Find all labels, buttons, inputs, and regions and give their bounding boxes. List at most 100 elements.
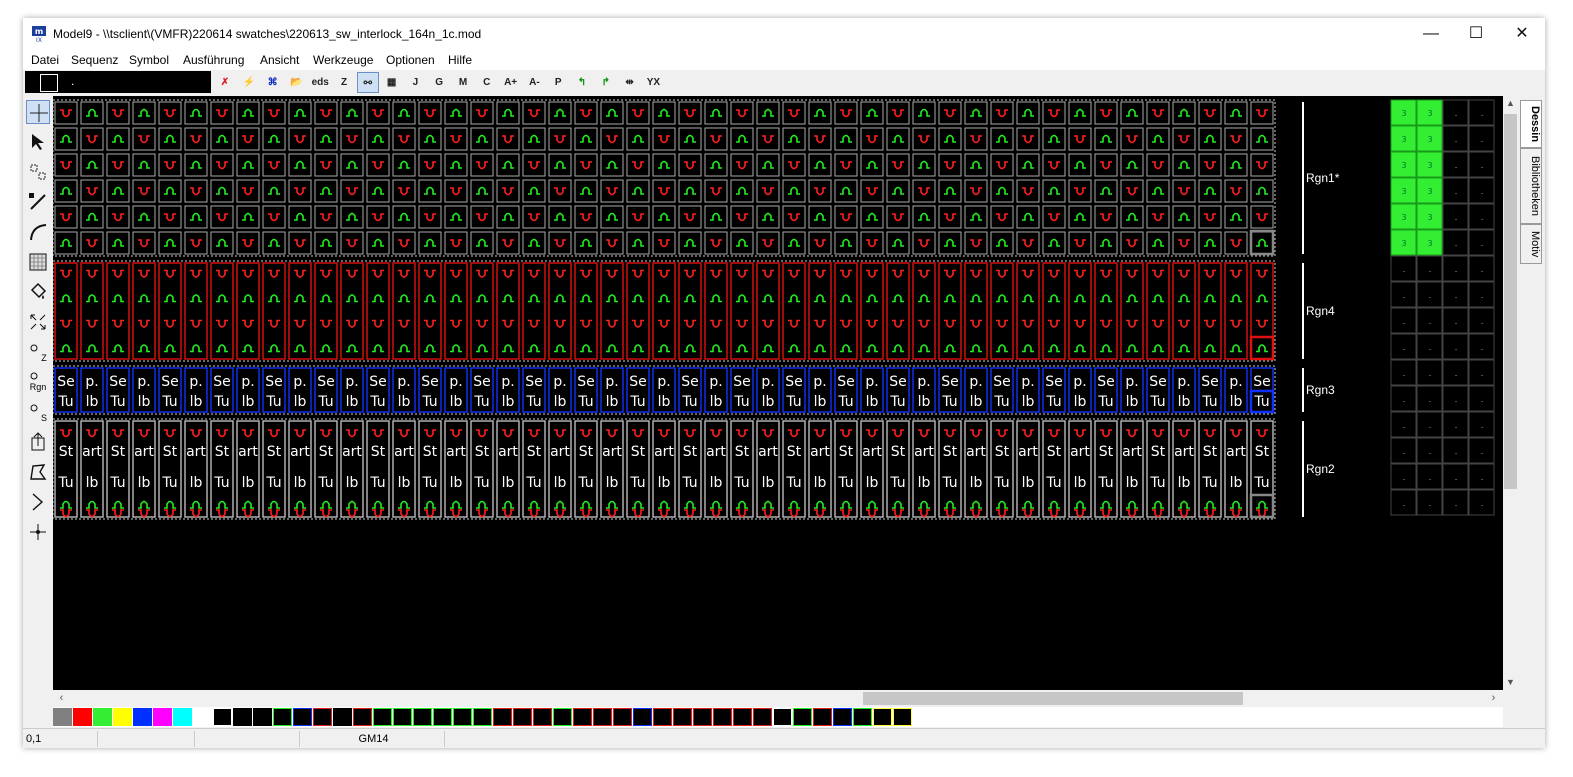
palette-symbol-swatch[interactable] <box>453 708 472 726</box>
z-icon[interactable]: Z <box>333 72 355 93</box>
horizontal-scrollbar[interactable]: ‹ › <box>53 690 1503 707</box>
c-icon[interactable]: C <box>476 72 498 93</box>
palette-symbol-swatch[interactable] <box>373 708 392 726</box>
palette-symbol-swatch[interactable] <box>393 708 412 726</box>
palette-symbol-swatch[interactable] <box>873 708 892 726</box>
m-icon[interactable]: M <box>452 72 474 93</box>
zigzag-tool-button[interactable] <box>26 490 50 514</box>
arrow-select-tool-button[interactable] <box>26 130 50 154</box>
palette-color-swatch[interactable] <box>93 708 112 726</box>
p-icon[interactable]: P <box>547 72 569 93</box>
palette-symbol-swatch[interactable] <box>213 708 232 726</box>
turn-left-icon[interactable]: ↰ <box>571 72 593 93</box>
palette-color-swatch[interactable] <box>53 708 72 726</box>
palette-color-swatch[interactable] <box>193 708 212 726</box>
paint-bucket-tool-button[interactable] <box>26 280 50 304</box>
palette-symbol-swatch[interactable] <box>293 708 312 726</box>
open-folder-icon[interactable]: 📂 <box>285 72 307 93</box>
yx-icon[interactable]: YX <box>642 72 664 93</box>
palette-symbol-swatch[interactable] <box>713 708 732 726</box>
mirror-icon[interactable]: ⇹ <box>619 72 641 93</box>
menu-symbol[interactable]: Symbol <box>129 53 169 67</box>
palette-symbol-swatch[interactable] <box>813 708 832 726</box>
scroll-right-icon[interactable]: › <box>1485 690 1502 707</box>
loop-link-icon[interactable]: ⚯ <box>356 72 379 93</box>
palette-symbol-swatch[interactable] <box>513 708 532 726</box>
scroll-down-icon[interactable]: ▼ <box>1503 675 1518 690</box>
link-icon[interactable]: ⌘ <box>262 72 284 93</box>
palette-symbol-swatch[interactable] <box>693 708 712 726</box>
g-icon[interactable]: G <box>428 72 450 93</box>
tab-bibliotheken[interactable]: Bibliotheken <box>1520 148 1542 224</box>
scroll-up-icon[interactable]: ▲ <box>1503 96 1518 111</box>
palette-symbol-swatch[interactable] <box>853 708 872 726</box>
s-loop-tool-button[interactable]: S <box>26 400 50 424</box>
insert-tool-button[interactable] <box>26 430 50 454</box>
expand-tool-button[interactable] <box>26 310 50 334</box>
palette-symbol-swatch[interactable] <box>533 708 552 726</box>
palette-symbol-swatch[interactable] <box>253 708 272 726</box>
polygon-tool-button[interactable] <box>26 460 50 484</box>
palette-symbol-swatch[interactable] <box>493 708 512 726</box>
palette-symbol-swatch[interactable] <box>433 708 452 726</box>
maximize-button[interactable]: ☐ <box>1453 18 1499 50</box>
palette-symbol-swatch[interactable] <box>233 708 252 726</box>
crosshair-tool-button[interactable] <box>26 100 50 124</box>
palette-color-swatch[interactable] <box>73 708 92 726</box>
palette-symbol-swatch[interactable] <box>353 708 372 726</box>
curve-tool-button[interactable] <box>26 220 50 244</box>
command-input[interactable]: . <box>71 74 74 88</box>
line-draw-tool-button[interactable] <box>26 190 50 214</box>
command-box[interactable]: . <box>25 71 211 93</box>
palette-symbol-swatch[interactable] <box>733 708 752 726</box>
z-loop-tool-button[interactable]: Z <box>26 340 50 364</box>
menu-ausfuehrung[interactable]: Ausführung <box>183 53 244 67</box>
palette-symbol-swatch[interactable] <box>893 708 912 726</box>
palette-symbol-swatch[interactable] <box>633 708 652 726</box>
menu-datei[interactable]: Datei <box>31 53 59 67</box>
palette-color-swatch[interactable] <box>133 708 152 726</box>
menu-hilfe[interactable]: Hilfe <box>448 53 472 67</box>
point-tool-button[interactable] <box>26 520 50 544</box>
region-tool-button[interactable]: Rgn <box>26 370 50 394</box>
tab-motiv[interactable]: Motiv <box>1520 224 1542 264</box>
lightning-icon[interactable]: ⚡ <box>238 72 260 93</box>
j-icon[interactable]: J <box>404 72 426 93</box>
palette-symbol-swatch[interactable] <box>333 708 352 726</box>
menu-ansicht[interactable]: Ansicht <box>260 53 299 67</box>
palette-symbol-swatch[interactable] <box>573 708 592 726</box>
palette-symbol-swatch[interactable] <box>773 708 792 726</box>
palette-symbol-swatch[interactable] <box>653 708 672 726</box>
box-select-tool-button[interactable] <box>26 160 50 184</box>
palette-color-swatch[interactable] <box>153 708 172 726</box>
palette-color-swatch[interactable] <box>173 708 192 726</box>
palette-symbol-swatch[interactable] <box>593 708 612 726</box>
a-plus-icon[interactable]: A+ <box>500 72 522 93</box>
tab-dessin[interactable]: Dessin <box>1520 100 1542 148</box>
horizontal-scroll-thumb[interactable] <box>863 692 1243 705</box>
design-canvas[interactable]: Rgn1* Rgn4 Se Tu p. lb Se Tu p. lb Se Tu p. lb Se Tu p. l… <box>53 96 1503 690</box>
palette-symbol-swatch[interactable] <box>313 708 332 726</box>
grid-fill-tool-button[interactable] <box>26 250 50 274</box>
palette-symbol-swatch[interactable] <box>793 708 812 726</box>
vertical-scrollbar[interactable]: ▲ ▼ <box>1503 96 1518 690</box>
minimize-button[interactable]: — <box>1408 18 1454 50</box>
palette-symbol-swatch[interactable] <box>473 708 492 726</box>
palette-symbol-swatch[interactable] <box>673 708 692 726</box>
palette-color-swatch[interactable] <box>113 708 132 726</box>
menu-optionen[interactable]: Optionen <box>386 53 435 67</box>
close-button[interactable]: ✕ <box>1499 18 1545 50</box>
palette-symbol-swatch[interactable] <box>413 708 432 726</box>
palette-symbol-swatch[interactable] <box>833 708 852 726</box>
menu-sequenz[interactable]: Sequenz <box>71 53 118 67</box>
checker-icon[interactable]: ▦ <box>381 72 403 93</box>
turn-right-icon[interactable]: ↱ <box>595 72 617 93</box>
vertical-scroll-thumb[interactable] <box>1504 114 1517 489</box>
red-x-icon[interactable]: ✗ <box>214 72 236 93</box>
a-minus-icon[interactable]: A- <box>523 72 545 93</box>
palette-symbol-swatch[interactable] <box>273 708 292 726</box>
scroll-left-icon[interactable]: ‹ <box>53 690 70 707</box>
palette-symbol-swatch[interactable] <box>753 708 772 726</box>
menu-werkzeuge[interactable]: Werkzeuge <box>313 53 373 67</box>
eds-download-icon[interactable]: eds <box>309 72 331 93</box>
